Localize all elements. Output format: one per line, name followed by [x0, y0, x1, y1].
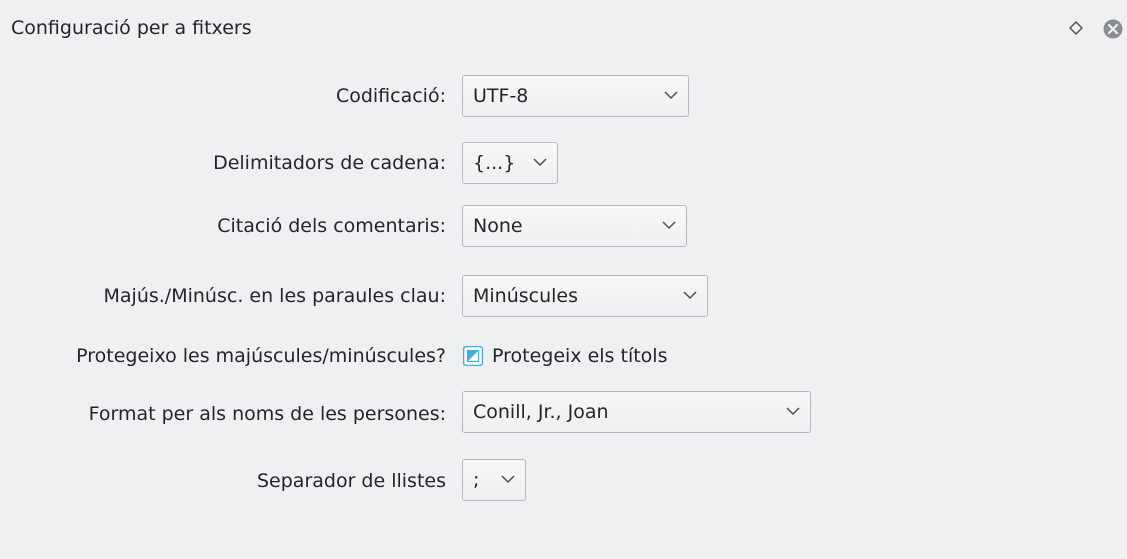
string-delimiters-label: Delimitadors de cadena:	[213, 152, 446, 174]
protect-titles-label: Protegeix els títols	[492, 345, 668, 367]
comment-quoting-label: Citació dels comentaris:	[217, 215, 446, 237]
protect-titles-checkbox[interactable]	[463, 346, 483, 366]
list-separator-value: ;	[473, 469, 480, 491]
person-name-format-dropdown[interactable]: Conill, Jr., Joan	[462, 391, 811, 433]
encoding-value: UTF-8	[473, 85, 529, 107]
encoding-dropdown[interactable]: UTF-8	[462, 75, 689, 117]
keyword-casing-dropdown[interactable]: Minúscules	[462, 275, 708, 317]
encoding-label: Codificació:	[335, 85, 446, 107]
person-name-format-label: Format per als noms de les persones:	[88, 403, 446, 425]
close-icon[interactable]	[1103, 19, 1123, 39]
keyword-casing-label: Majús./Minúsc. en les paraules clau:	[103, 285, 446, 307]
string-delimiters-dropdown[interactable]: {...}	[462, 142, 558, 184]
chevron-down-icon	[533, 158, 547, 167]
keyword-casing-value: Minúscules	[473, 285, 579, 307]
panel-title: Configuració per a fitxers	[11, 17, 252, 39]
protect-casing-label: Protegeixo les majúscules/minúscules?	[76, 345, 446, 367]
chevron-down-icon	[664, 91, 678, 100]
chevron-down-icon	[501, 475, 515, 484]
comment-quoting-dropdown[interactable]: None	[462, 205, 687, 247]
chevron-down-icon	[786, 407, 800, 416]
chevron-down-icon	[683, 291, 697, 300]
chevron-down-icon	[662, 221, 676, 230]
file-settings-panel: Configuració per a fitxers Codificació: …	[0, 0, 1127, 559]
person-name-format-value: Conill, Jr., Joan	[473, 401, 609, 423]
string-delimiters-value: {...}	[473, 152, 516, 174]
comment-quoting-value: None	[473, 215, 523, 237]
list-separator-label: Separador de llistes	[256, 470, 446, 492]
float-icon[interactable]	[1069, 21, 1083, 35]
list-separator-dropdown[interactable]: ;	[462, 459, 526, 501]
